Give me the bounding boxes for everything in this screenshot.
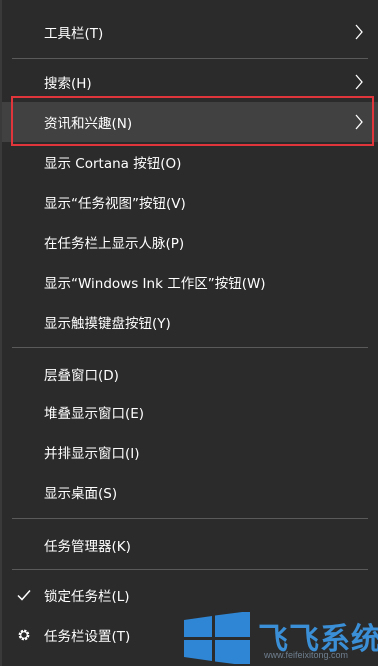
menu-item-task-manager[interactable]: 任务管理器(K) <box>2 525 378 565</box>
menu-item-cascade-windows[interactable]: 层叠窗口(D) <box>2 354 378 394</box>
check-icon <box>17 590 31 601</box>
menu-item-show-touch-keyboard-button[interactable]: 显示触摸键盘按钮(Y) <box>2 302 378 342</box>
menu-separator <box>12 58 368 59</box>
menu-item-label: 资讯和兴趣(N) <box>44 116 133 132</box>
menu-item-show-cortana-button[interactable]: 显示 Cortana 按钮(O) <box>2 142 378 182</box>
windows-logo-icon <box>184 612 250 664</box>
menu-item-label: 工具栏(T) <box>44 26 104 42</box>
menu-item-label: 在任务栏上显示人脉(P) <box>44 236 185 252</box>
menu-item-search[interactable]: 搜索(H) <box>2 62 378 102</box>
menu-separator <box>12 569 368 570</box>
watermark: 飞飞系统 www.feifeixitong.com <box>180 610 378 666</box>
menu-item-show-task-view-button[interactable]: 显示“任务视图”按钮(V) <box>2 182 378 222</box>
menu-item-label: 任务栏设置(T) <box>44 629 131 645</box>
menu-item-show-windows-ink-button[interactable]: 显示“Windows Ink 工作区”按钮(W) <box>2 262 378 302</box>
menu-item-label: 锁定任务栏(L) <box>44 589 130 605</box>
menu-item-label: 堆叠显示窗口(E) <box>44 406 145 422</box>
menu-item-show-people[interactable]: 在任务栏上显示人脉(P) <box>2 222 378 262</box>
watermark-url: www.feifeixitong.com <box>264 650 349 660</box>
menu-item-label: 显示 Cortana 按钮(O) <box>44 156 182 172</box>
menu-item-label: 层叠窗口(D) <box>44 368 119 384</box>
chevron-right-icon <box>355 74 363 90</box>
menu-item-stack-windows[interactable]: 堆叠显示窗口(E) <box>2 392 378 432</box>
menu-item-label: 任务管理器(K) <box>44 539 131 555</box>
menu-item-label: 并排显示窗口(I) <box>44 446 140 462</box>
menu-item-label: 显示“Windows Ink 工作区”按钮(W) <box>44 276 266 292</box>
taskbar-context-menu: 工具栏(T) 搜索(H) 资讯和兴趣(N) 显示 Cortana 按钮(O) 显… <box>2 0 378 666</box>
menu-item-label: 搜索(H) <box>44 76 92 92</box>
menu-item-label: 显示桌面(S) <box>44 486 118 502</box>
chevron-right-icon <box>355 114 363 130</box>
menu-item-news-and-interests[interactable]: 资讯和兴趣(N) <box>2 102 378 142</box>
menu-item-label: 显示“任务视图”按钮(V) <box>44 196 186 212</box>
menu-separator <box>12 347 368 348</box>
menu-item-show-desktop[interactable]: 显示桌面(S) <box>2 472 378 512</box>
menu-item-toolbars[interactable]: 工具栏(T) <box>2 12 378 52</box>
menu-item-label: 显示触摸键盘按钮(Y) <box>44 316 171 332</box>
menu-item-lock-taskbar[interactable]: 锁定任务栏(L) <box>2 575 378 615</box>
chevron-right-icon <box>355 24 363 40</box>
gear-icon <box>18 629 30 641</box>
menu-separator <box>12 518 368 519</box>
menu-item-side-by-side-windows[interactable]: 并排显示窗口(I) <box>2 432 378 472</box>
